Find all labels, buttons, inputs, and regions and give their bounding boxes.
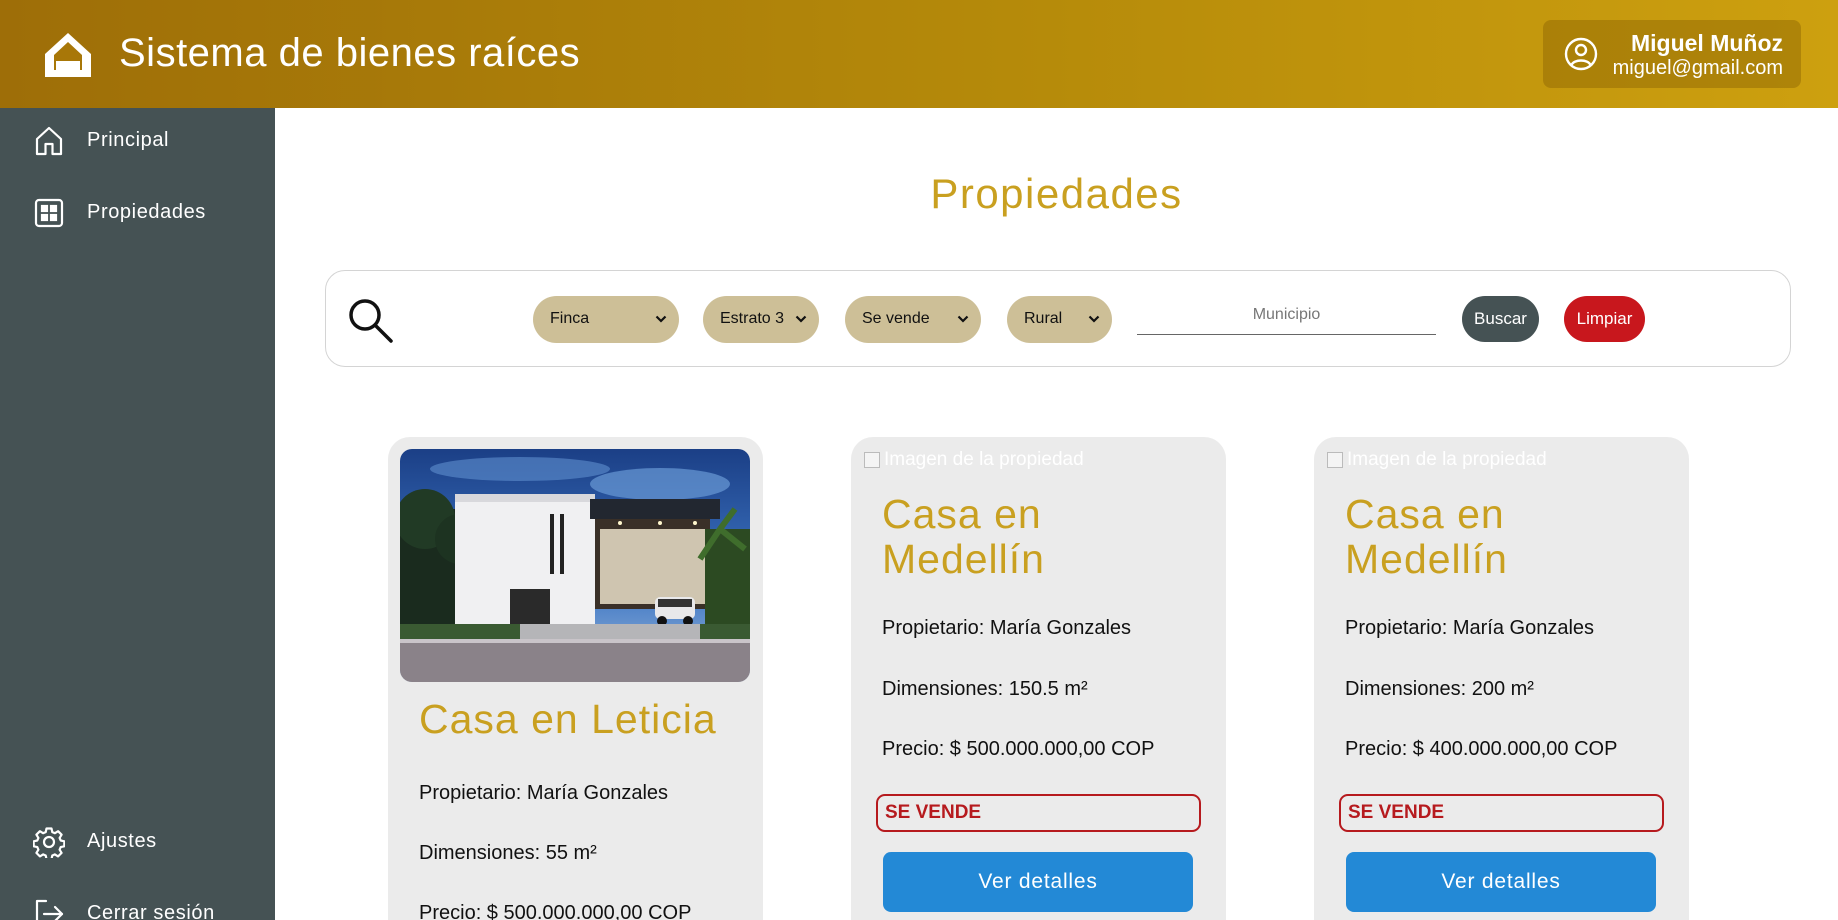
user-email: miguel@gmail.com	[1612, 57, 1783, 79]
sidebar-item-principal[interactable]: Principal	[0, 113, 275, 169]
app-header: Sistema de bienes raíces Miguel Muñoz mi…	[0, 0, 1838, 108]
select-value: Rural	[1024, 310, 1063, 327]
property-owner: Propietario: María Gonzales	[882, 617, 1132, 639]
stratum-select[interactable]: Estrato 3	[703, 296, 819, 343]
clear-button[interactable]: Limpiar	[1564, 296, 1645, 342]
property-price: Precio: $ 500.000.000,00 COP	[882, 738, 1155, 760]
chevron-down-icon	[795, 315, 807, 323]
select-value: Estrato 3	[720, 310, 785, 327]
property-type-select[interactable]: Finca	[533, 296, 679, 343]
grid-icon	[34, 198, 64, 228]
app-title: Sistema de bienes raíces	[119, 31, 581, 75]
property-title-line: Casa en	[1345, 491, 1505, 537]
user-circle-icon	[1564, 37, 1598, 71]
municipio-input[interactable]	[1137, 295, 1436, 335]
operation-select[interactable]: Se vende	[845, 296, 981, 343]
property-card: Imagen de la propiedad Casa en Medellín …	[1314, 437, 1689, 920]
broken-image-icon[interactable]: Imagen de la propiedad	[864, 449, 1084, 471]
chevron-down-icon	[1088, 315, 1100, 323]
sidebar-item-label: Cerrar sesión	[87, 902, 215, 920]
house-logo-icon	[45, 33, 91, 77]
property-title-line: Casa en	[882, 491, 1042, 537]
select-value: Se vende	[862, 310, 930, 327]
property-title: Casa en Leticia	[419, 696, 717, 742]
property-dimensions: Dimensiones: 150.5 m²	[882, 678, 1088, 700]
sidebar-item-label: Ajustes	[87, 830, 157, 852]
property-owner: Propietario: María Gonzales	[1345, 617, 1595, 639]
property-title: Casa en Medellín	[882, 492, 1045, 582]
sidebar-item-cerrar-sesion[interactable]: Cerrar sesión	[0, 886, 275, 920]
search-button[interactable]: Buscar	[1462, 296, 1539, 342]
property-price: Precio: $ 500.000.000,00 COP	[419, 902, 692, 920]
property-owner: Propietario: María Gonzales	[419, 782, 669, 804]
logout-icon	[35, 899, 64, 920]
property-dimensions: Dimensiones: 55 m²	[419, 842, 597, 864]
sidebar-item-propiedades[interactable]: Propiedades	[0, 185, 275, 241]
property-price: Precio: $ 400.000.000,00 COP	[1345, 738, 1618, 760]
image-alt-text: Imagen de la propiedad	[1347, 449, 1547, 470]
view-details-button[interactable]: Ver detalles	[1346, 852, 1656, 912]
select-value: Finca	[550, 310, 590, 327]
property-title-line: Medellín	[882, 536, 1045, 582]
property-title: Casa en Medellín	[1345, 492, 1508, 582]
property-title-line: Medellín	[1345, 536, 1508, 582]
sidebar-item-label: Principal	[87, 129, 170, 151]
status-badge: SE VENDE	[1339, 794, 1664, 832]
view-details-button[interactable]: Ver detalles	[883, 852, 1193, 912]
user-profile[interactable]: Miguel Muñoz miguel@gmail.com	[1543, 20, 1801, 88]
chevron-down-icon	[655, 315, 667, 323]
image-alt-text: Imagen de la propiedad	[884, 449, 1084, 470]
user-name: Miguel Muñoz	[1630, 30, 1783, 56]
gear-icon	[33, 827, 65, 858]
sidebar: Principal Propiedades Ajustes Cerrar ses…	[0, 108, 275, 920]
property-dimensions: Dimensiones: 200 m²	[1345, 678, 1534, 700]
property-image[interactable]	[400, 449, 750, 682]
property-card: Casa en Leticia Propietario: María Gonza…	[388, 437, 763, 920]
home-icon	[35, 126, 63, 156]
search-icon[interactable]	[345, 295, 395, 345]
page-title: Propiedades	[930, 170, 1183, 217]
status-badge: SE VENDE	[876, 794, 1201, 832]
chevron-down-icon	[957, 315, 969, 323]
sidebar-item-ajustes[interactable]: Ajustes	[0, 814, 275, 870]
property-card: Imagen de la propiedad Casa en Medellín …	[851, 437, 1226, 920]
broken-image-icon[interactable]: Imagen de la propiedad	[1327, 449, 1547, 471]
sidebar-item-label: Propiedades	[87, 201, 206, 223]
zone-select[interactable]: Rural	[1007, 296, 1112, 343]
search-filter-bar: Finca Estrato 3 Se vende Rural Buscar Li…	[325, 270, 1791, 367]
